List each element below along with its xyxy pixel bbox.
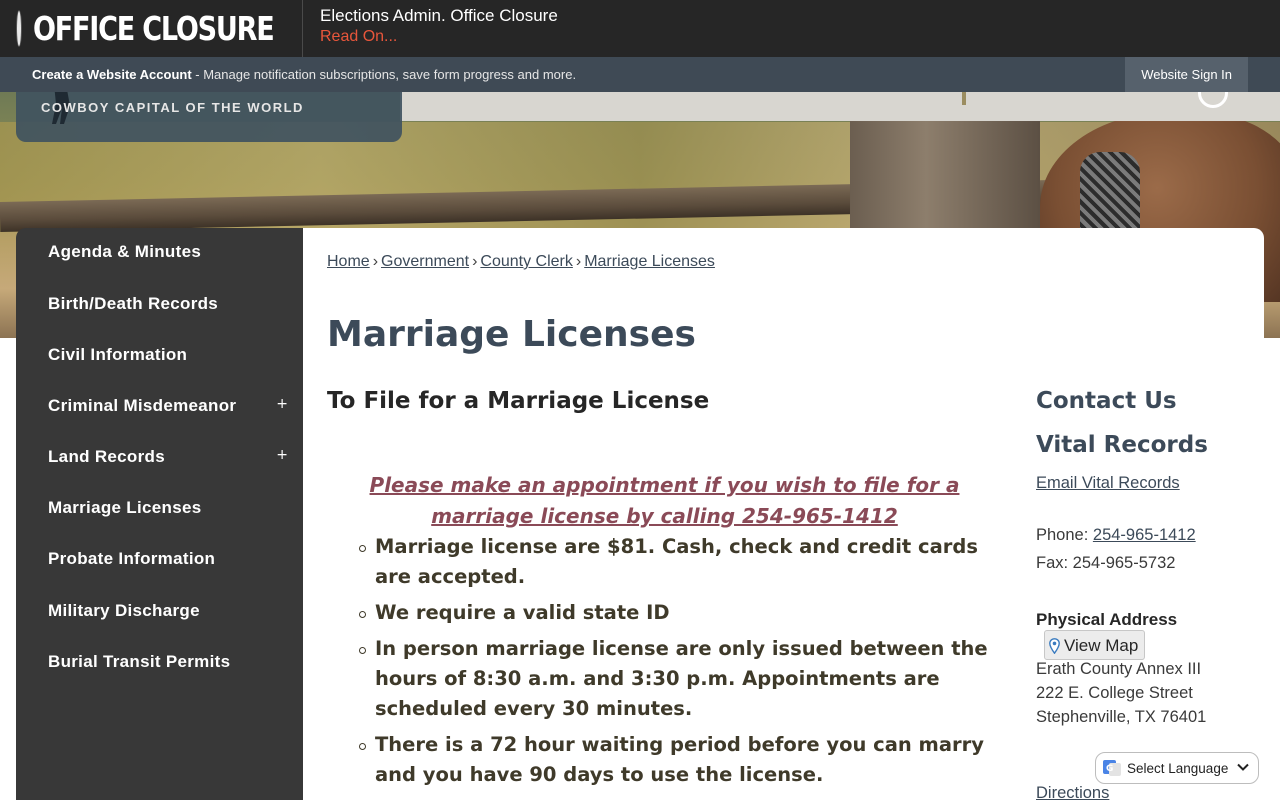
map-pin-icon [1049,638,1060,654]
list-item: We require a valid state ID [359,598,995,628]
sidebar-item-probate-information[interactable]: Probate Information [48,549,288,569]
sidebar-item-land-records[interactable]: Land Records [48,447,288,467]
email-vital-records-link[interactable]: Email Vital Records [1036,474,1180,493]
account-text: Create a Website Account - Manage notifi… [0,67,576,82]
main-content: Home › Government › County Clerk › Marriage Li… [303,228,1264,800]
list-item: Marriage license are $81. Cash, check an… [359,532,995,592]
breadcrumb-home[interactable]: Home [327,253,370,270]
view-map-label: View Map [1064,636,1139,655]
breadcrumb-marriage-licenses[interactable]: Marriage Licenses [584,253,715,270]
sidebar-item-civil-information[interactable]: Civil Information [48,345,288,365]
sidebar-item-label: Marriage Licenses [48,498,202,517]
expand-criminal-misdemeanor-icon[interactable]: + [276,396,288,412]
chevron-down-icon [1237,763,1249,771]
directions-link[interactable]: Directions [1036,784,1109,800]
phone-link[interactable]: 254-965-1412 [1093,526,1196,544]
sidebar-item-agenda-minutes[interactable]: Agenda & Minutes [48,242,288,262]
contact-fax: Fax: 254-965-5732 [1036,554,1176,572]
alert-read-on-link[interactable]: Read On... [320,26,397,48]
alert-title: OFFICE CLOSURE [33,9,275,48]
breadcrumb-government[interactable]: Government [381,253,469,270]
contact-phone: Phone: 254-965-1412 [1036,526,1196,545]
address-line: Stephenville, TX 76401 [1036,708,1207,726]
view-map-button[interactable]: View Map [1044,630,1146,660]
breadcrumb-separator: › [372,253,379,270]
sidebar-item-label: Birth/Death Records [48,294,219,313]
sidebar-item-military-discharge[interactable]: Military Discharge [48,601,288,621]
google-translate-icon: G [1103,760,1121,776]
breadcrumb: Home › Government › County Clerk › Marriage Li… [327,253,715,271]
list-item: In person marriage license are only issu… [359,634,995,724]
address-line: 222 E. College Street [1036,684,1193,702]
language-label: Select Language [1127,760,1229,776]
breadcrumb-separator: › [472,253,478,270]
svg-text:G: G [1106,764,1113,774]
contact-title: Contact Us [1036,388,1177,414]
list-item: There is a 72 hour waiting period before… [359,730,995,790]
sidebar-item-label: Military Discharge [48,601,200,620]
sidebar-item-label: Probate Information [48,549,216,568]
breadcrumb-separator: › [575,253,582,270]
sidebar-item-marriage-licenses[interactable]: Marriage Licenses [48,498,288,518]
site-logo[interactable]: COWBOY CAPITAL OF THE WORLD [16,92,402,142]
alert-headline[interactable]: Elections Admin. Office Closure [320,6,558,26]
account-description: - Manage notification subscriptions, sav… [191,67,577,82]
sidebar-item-label: Land Records [48,447,165,466]
sidebar-item-burial-transit-permits[interactable]: Burial Transit Permits [48,652,288,672]
physical-address-label: Physical Address [1036,610,1178,629]
alert-bar: OFFICE CLOSURE Elections Admin. Office C… [0,0,1280,57]
breadcrumb-county-clerk[interactable]: County Clerk [480,253,572,270]
contact-department: Vital Records [1036,432,1208,458]
sidebar-item-label: Burial Transit Permits [48,652,231,671]
expand-land-records-icon[interactable]: + [276,447,288,463]
page-title: Marriage Licenses [327,314,696,355]
header-divider [962,92,966,105]
header-search-strip [400,92,1280,121]
logo-tagline: COWBOY CAPITAL OF THE WORLD [41,100,304,115]
create-account-link[interactable]: Create a Website Account [32,67,192,82]
account-bar: Create a Website Account - Manage notifi… [0,57,1280,92]
sidebar-item-criminal-misdemeanor[interactable]: Criminal Misdemeanor [48,396,288,416]
alert-icon [17,11,21,46]
language-selector[interactable]: G Select Language [1095,752,1259,784]
alert-message: Elections Admin. Office Closure Read On.… [303,0,558,57]
address-line: Erath County Annex III [1036,660,1202,678]
sidebar-nav: Agenda & Minutes Birth/Death Records Civ… [16,228,303,800]
appointment-notice: Please make an appointment if you wish t… [369,473,960,528]
website-sign-in-button[interactable]: Website Sign In [1125,57,1248,92]
sidebar-item-label: Civil Information [48,345,188,364]
section-title: To File for a Marriage License [327,388,710,414]
sidebar-item-label: Agenda & Minutes [48,242,202,261]
alert-title-area: OFFICE CLOSURE [0,0,303,57]
contact-panel: Contact Us Vital Records Email Vital Rec… [1036,388,1251,800]
sidebar-item-label: Criminal Misdemeanor [48,396,237,415]
sidebar-item-birth-death-records[interactable]: Birth/Death Records [48,294,288,314]
phone-prefix: Phone: [1036,526,1093,544]
requirements-list: Marriage license are $81. Cash, check an… [359,532,995,796]
